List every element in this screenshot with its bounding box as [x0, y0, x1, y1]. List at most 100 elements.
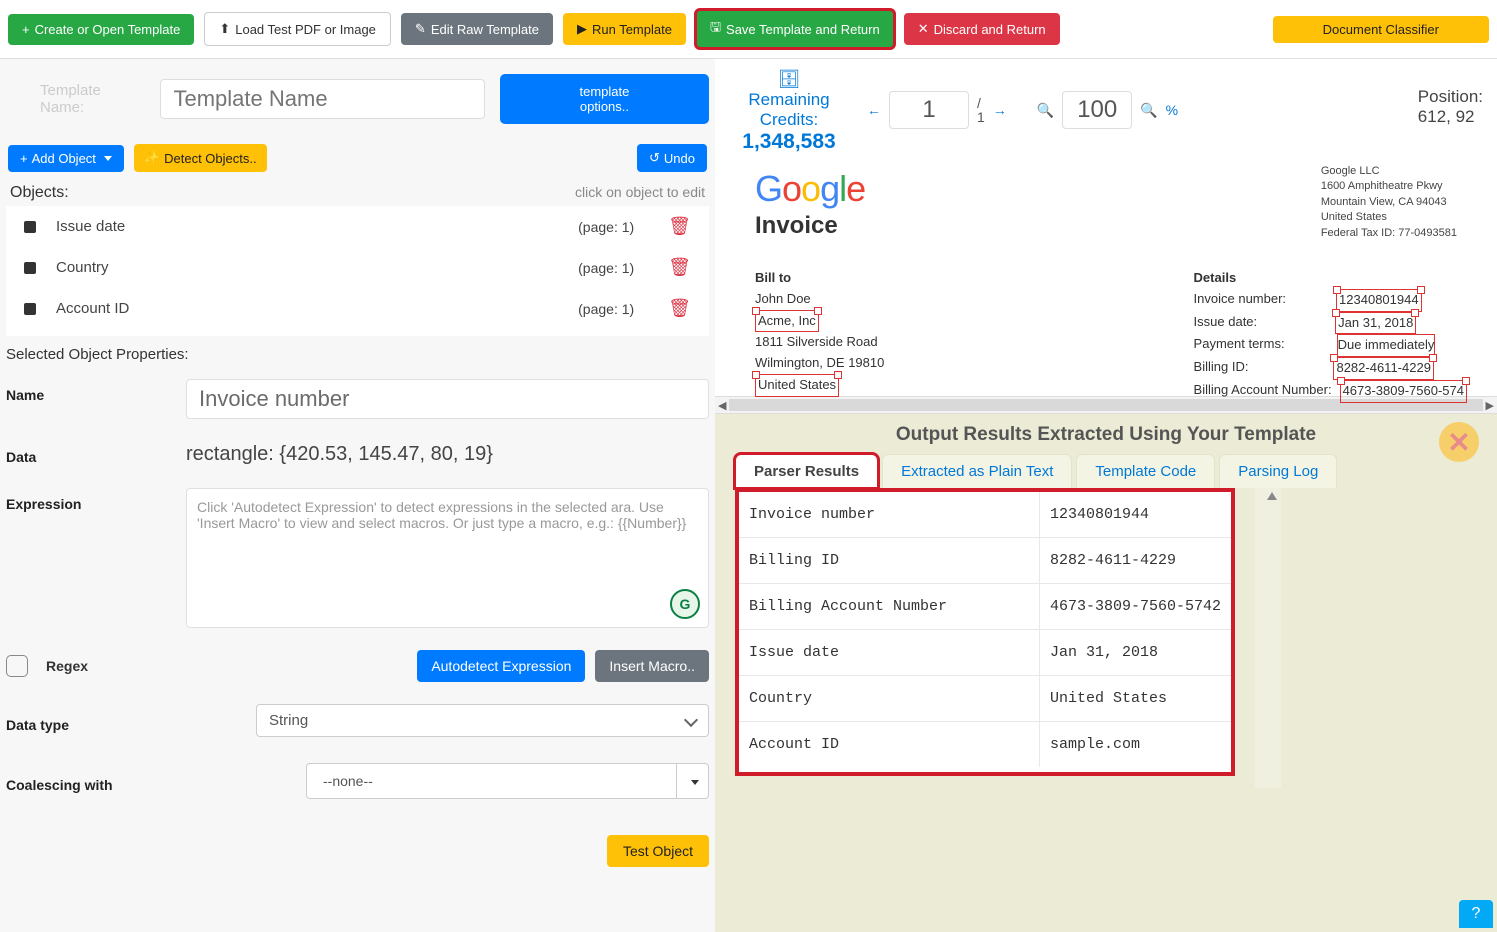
field-highlight[interactable]: Acme, Inc	[755, 310, 819, 333]
bill-to-block: Bill to John Doe Acme, Inc 1811 Silversi…	[755, 268, 884, 403]
document-classifier-button[interactable]: Document Classifier	[1273, 16, 1489, 43]
database-icon: 🗄	[729, 69, 849, 90]
object-checkbox-icon[interactable]	[24, 262, 36, 274]
field-highlight[interactable]: Jan 31, 2018	[1335, 312, 1416, 335]
close-icon: ✕	[918, 21, 929, 37]
name-input[interactable]	[186, 379, 709, 419]
run-template-button[interactable]: ▶Run Template	[563, 13, 686, 45]
data-value: rectangle: {420.53, 145.47, 80, 19}	[186, 441, 493, 466]
object-row[interactable]: Issue date (page: 1) 🗑	[6, 206, 709, 247]
tab-parsing-log[interactable]: Parsing Log	[1219, 454, 1337, 488]
zoom-in-icon[interactable]: 🔍	[1140, 102, 1157, 119]
expression-label: Expression	[6, 488, 186, 512]
template-name-label: Template Name:	[40, 82, 145, 116]
help-button[interactable]: ?	[1459, 900, 1493, 928]
company-address: Google LLC 1600 Amphitheatre Pkwy Mounta…	[1321, 164, 1457, 241]
trash-icon[interactable]: 🗑	[668, 257, 691, 278]
zoom-out-icon[interactable]: 🔍	[1037, 102, 1054, 119]
save-icon: 🖫	[710, 18, 721, 40]
output-tabs: Parser Results Extracted as Plain Text T…	[735, 454, 1497, 488]
expression-placeholder: Click 'Autodetect Expression' to detect …	[197, 499, 686, 531]
field-highlight[interactable]: United States	[755, 374, 839, 397]
pencil-icon: ✎	[415, 21, 426, 37]
undo-button[interactable]: ↺Undo	[637, 144, 707, 172]
name-label: Name	[6, 379, 186, 403]
field-highlight[interactable]: 4673-3809-7560-574	[1340, 380, 1467, 403]
object-label: Account ID	[56, 300, 558, 317]
parser-results-table: Invoice number12340801944 Billing ID8282…	[735, 488, 1235, 776]
object-checkbox-icon[interactable]	[24, 221, 36, 233]
credits-block: 🗄 Remaining Credits: 1,348,583	[729, 69, 849, 154]
play-icon: ▶	[577, 21, 587, 37]
object-checkbox-icon[interactable]	[24, 303, 36, 315]
insert-macro-button[interactable]: Insert Macro..	[595, 650, 709, 682]
edit-raw-template-button[interactable]: ✎Edit Raw Template	[401, 13, 553, 45]
expression-textarea[interactable]: Click 'Autodetect Expression' to detect …	[186, 488, 709, 628]
data-type-value: String	[269, 712, 308, 729]
chevron-down-icon	[686, 712, 696, 729]
top-toolbar: +Create or Open Template ⬆Load Test PDF …	[0, 0, 1497, 59]
coalescing-caret[interactable]	[677, 763, 709, 799]
objects-hint: click on object to edit	[575, 184, 705, 202]
template-name-input[interactable]	[160, 79, 484, 119]
close-output-button[interactable]: ✕	[1439, 422, 1479, 462]
object-page: (page: 1)	[578, 219, 648, 235]
wand-icon: ✨	[144, 150, 160, 166]
objects-list[interactable]: Issue date (page: 1) 🗑 Country (page: 1)…	[6, 206, 709, 336]
grammarly-icon[interactable]: G	[670, 589, 700, 619]
create-open-template-button[interactable]: +Create or Open Template	[8, 14, 194, 45]
trash-icon[interactable]: 🗑	[668, 298, 691, 319]
data-label: Data	[6, 441, 186, 465]
regex-label: Regex	[46, 658, 88, 674]
output-title: Output Results Extracted Using Your Temp…	[715, 420, 1497, 454]
arrow-left-icon[interactable]: ←	[867, 102, 881, 118]
object-page: (page: 1)	[578, 260, 648, 276]
page-input[interactable]	[889, 91, 969, 129]
tab-plain-text[interactable]: Extracted as Plain Text	[882, 454, 1072, 488]
percent-label: %	[1166, 102, 1178, 118]
output-section: Output Results Extracted Using Your Temp…	[715, 414, 1497, 932]
upload-icon: ⬆	[219, 21, 230, 37]
position-block: Position: 612, 92	[1418, 87, 1483, 127]
tab-template-code[interactable]: Template Code	[1076, 454, 1215, 488]
data-type-select[interactable]: String	[256, 704, 709, 737]
trash-icon[interactable]: 🗑	[668, 216, 691, 237]
test-object-button[interactable]: Test Object	[607, 835, 709, 867]
undo-icon: ↺	[649, 150, 660, 166]
field-highlight[interactable]: 8282-4611-4229	[1333, 357, 1433, 380]
field-highlight[interactable]: 12340801944	[1336, 289, 1422, 312]
objects-title: Objects:	[10, 184, 69, 202]
template-options-button[interactable]: template options..	[500, 74, 709, 124]
result-row: Account IDsample.com	[739, 722, 1231, 767]
coalescing-label: Coalescing with	[6, 769, 306, 793]
detect-objects-button[interactable]: ✨Detect Objects..	[134, 144, 267, 172]
object-label: Country	[56, 259, 558, 276]
regex-checkbox[interactable]	[6, 655, 28, 677]
autodetect-expression-button[interactable]: Autodetect Expression	[417, 650, 585, 682]
data-type-label: Data type	[6, 709, 256, 733]
right-panel: 🗄 Remaining Credits: 1,348,583 ← /1 → 🔍 …	[715, 59, 1497, 932]
load-test-pdf-button[interactable]: ⬆Load Test PDF or Image	[204, 12, 391, 46]
selected-object-properties-title: Selected Object Properties:	[0, 336, 715, 373]
result-row: Billing Account Number4673-3809-7560-574…	[739, 584, 1231, 630]
plus-icon: +	[22, 22, 30, 37]
tab-parser-results[interactable]: Parser Results	[735, 454, 878, 488]
object-row[interactable]: Country (page: 1) 🗑	[6, 247, 709, 288]
object-page: (page: 1)	[578, 301, 648, 317]
details-block: Details Invoice number:12340801944 Issue…	[1194, 268, 1467, 403]
plus-icon: +	[20, 151, 28, 166]
credits-value: 1,348,583	[729, 130, 849, 154]
zoom-input[interactable]	[1062, 91, 1132, 129]
coalescing-select[interactable]: --none--	[306, 763, 677, 799]
document-preview[interactable]: Google Invoice Google LLC 1600 Amphithea…	[715, 158, 1497, 396]
caret-down-icon	[687, 773, 699, 789]
save-template-return-button[interactable]: 🖫Save Template and Return	[696, 10, 894, 48]
add-object-button[interactable]: +Add Object	[8, 145, 124, 172]
vertical-scrollbar[interactable]	[1255, 488, 1281, 788]
result-row: CountryUnited States	[739, 676, 1231, 722]
left-panel: Template Name: template options.. +Add O…	[0, 59, 715, 932]
arrow-right-icon[interactable]: →	[993, 102, 1007, 118]
result-row: Issue dateJan 31, 2018	[739, 630, 1231, 676]
object-row[interactable]: Account ID (page: 1) 🗑	[6, 288, 709, 329]
discard-return-button[interactable]: ✕Discard and Return	[904, 13, 1060, 45]
